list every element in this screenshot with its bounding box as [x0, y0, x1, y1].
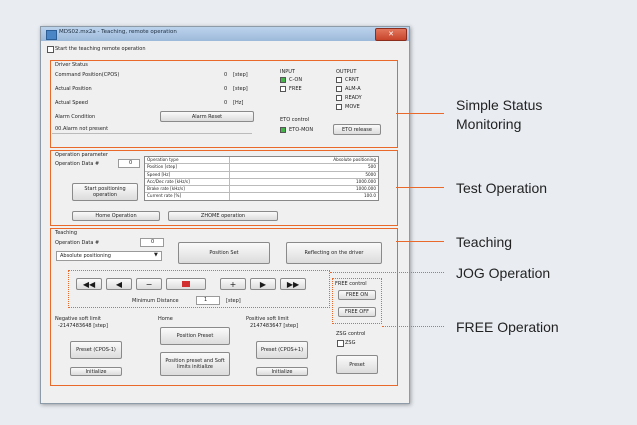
window-titlebar: MDS02.mx2a - Teaching, remote operation …: [41, 27, 409, 41]
actual-position-label: Actual Position: [55, 86, 92, 92]
actual-speed-label: Actual Speed: [55, 100, 88, 106]
jog-leader: [330, 272, 444, 273]
positive-soft-limit-value: 2147483647 [step]: [250, 323, 299, 329]
position-preset-button[interactable]: Position Preset: [160, 327, 230, 345]
alarm-reset-button[interactable]: Alarm Reset: [160, 111, 254, 122]
input-label: INPUT: [280, 69, 295, 75]
move-label: MOVE: [345, 104, 360, 110]
param-value: 1000.000: [356, 178, 376, 184]
alarm-condition-label: Alarm Condition: [55, 114, 96, 120]
table-row: Brake rate [kHz/s] 1000.000: [145, 186, 378, 194]
c-on-label: C-ON: [289, 77, 303, 83]
actual-position-value: 0: [224, 86, 228, 92]
free-highlight-box: [332, 278, 382, 324]
chevron-down-icon: ▼: [154, 252, 158, 258]
preset-initialize-button[interactable]: Position preset and Soft limits initiali…: [160, 352, 230, 376]
zsg-preset-button[interactable]: Preset: [336, 355, 378, 374]
param-value: 100.0: [364, 193, 376, 199]
negative-initialize-button[interactable]: Initialize: [70, 367, 122, 376]
positive-initialize-button[interactable]: Initialize: [256, 367, 308, 376]
positive-soft-limit-label: Positive soft limit: [246, 316, 289, 322]
driver-status-group-label: Driver Status: [55, 62, 88, 68]
command-position-unit: [step]: [233, 72, 248, 78]
alarm-divider: [52, 133, 252, 134]
free-led: [280, 86, 286, 92]
home-label: Home: [158, 316, 173, 322]
crnt-label: CRNT: [345, 77, 359, 83]
command-position-value: 0: [224, 72, 228, 78]
table-row: Acc/Dec rate [kHz/s] 1000.000: [145, 178, 378, 187]
free-label: FREE: [289, 86, 302, 92]
callout-simple-status-line1: Simple Status: [456, 97, 543, 113]
output-label: OUTPUT: [336, 69, 357, 75]
table-row: Position [step] 500: [145, 164, 378, 172]
zsg-checkbox[interactable]: [337, 340, 344, 347]
teaching-op-data-value: 0: [151, 239, 155, 245]
param-value: 500: [368, 164, 376, 170]
close-button[interactable]: ✕: [375, 28, 407, 41]
operation-parameter-group-label: Operation parameter: [55, 152, 108, 158]
eto-mon-label: ETO-MON: [289, 127, 314, 133]
table-row: Operation type Absolute positioning: [145, 157, 378, 165]
param-name: Brake rate [kHz/s]: [145, 186, 230, 193]
start-positioning-button[interactable]: Start positioning operation: [72, 183, 138, 201]
crnt-led: [336, 77, 342, 83]
callout-free-operation: FREE Operation: [456, 319, 559, 335]
positioning-mode-value: Absolute positioning: [60, 253, 111, 259]
zsg-checkbox-label: ZSG: [345, 340, 356, 346]
alm-a-label: ALM-A: [345, 86, 361, 92]
test-operation-leader: [396, 187, 444, 188]
zhome-operation-button[interactable]: ZHOME operation: [168, 211, 278, 221]
simple-status-leader: [396, 113, 444, 114]
callout-teaching: Teaching: [456, 234, 513, 250]
table-row: Speed [Hz] 5000: [145, 171, 378, 179]
teaching-op-data-label: Operation Data #: [55, 240, 100, 246]
param-name: Current rate [%]: [145, 193, 230, 200]
eto-control-label: ETO control: [280, 117, 310, 123]
eto-mon-led: [280, 127, 286, 133]
actual-speed-unit: [Hz]: [233, 100, 244, 106]
free-leader: [382, 326, 444, 327]
param-name: Acc/Dec rate [kHz/s]: [145, 178, 230, 186]
negative-soft-limit-value: -2147483648 [step]: [58, 323, 108, 329]
reflecting-driver-button[interactable]: Reflecting on the driver: [286, 242, 382, 264]
negative-soft-limit-label: Negative soft limit: [55, 316, 101, 322]
op-data-value: 0: [129, 160, 133, 166]
negative-preset-button[interactable]: Preset (CPOS-1): [70, 341, 122, 359]
positive-preset-button[interactable]: Preset (CPOS+1): [256, 341, 308, 359]
param-name: Speed [Hz]: [145, 171, 230, 178]
eto-release-button[interactable]: ETO release: [333, 124, 381, 135]
move-led: [336, 104, 342, 110]
callout-test-operation: Test Operation: [456, 180, 548, 196]
param-value: Absolute positioning: [333, 157, 376, 162]
alarm-message: 00.Alarm not present: [55, 126, 109, 132]
teaching-leader: [396, 241, 444, 242]
param-value: 5000: [365, 171, 376, 177]
callout-jog-operation: JOG Operation: [456, 265, 551, 281]
ready-led: [336, 95, 342, 101]
teaching-group-label: Teaching: [55, 230, 77, 236]
window-title: MDS02.mx2a - Teaching, remote operation: [59, 29, 177, 35]
c-on-led: [280, 77, 286, 83]
position-set-button[interactable]: Position Set: [178, 242, 270, 264]
actual-position-unit: [step]: [233, 86, 248, 92]
home-operation-button[interactable]: Home Operation: [72, 211, 160, 221]
ready-label: READY: [345, 95, 362, 101]
command-position-label: Command Position(CPOS): [55, 72, 120, 78]
op-data-label: Operation Data #: [55, 161, 100, 167]
app-icon: [46, 30, 57, 40]
param-value: 1000.000: [356, 186, 376, 192]
screenshot-stage: MDS02.mx2a - Teaching, remote operation …: [0, 0, 637, 425]
param-name: Position [step]: [145, 164, 230, 171]
actual-speed-value: 0: [224, 100, 228, 106]
zsg-control-label: ZSG control: [336, 331, 366, 337]
start-remote-checkbox[interactable]: [47, 46, 54, 53]
callout-simple-status-line2: Monitoring: [456, 116, 522, 132]
start-remote-label: Start the teaching remote operation: [55, 46, 146, 52]
jog-highlight-box: [68, 270, 330, 308]
param-name: Operation type: [145, 157, 230, 164]
table-row: Current rate [%] 100.0: [145, 193, 378, 200]
alm-a-led: [336, 86, 342, 92]
operation-parameter-table: Operation type Absolute positioning Posit…: [144, 156, 379, 201]
